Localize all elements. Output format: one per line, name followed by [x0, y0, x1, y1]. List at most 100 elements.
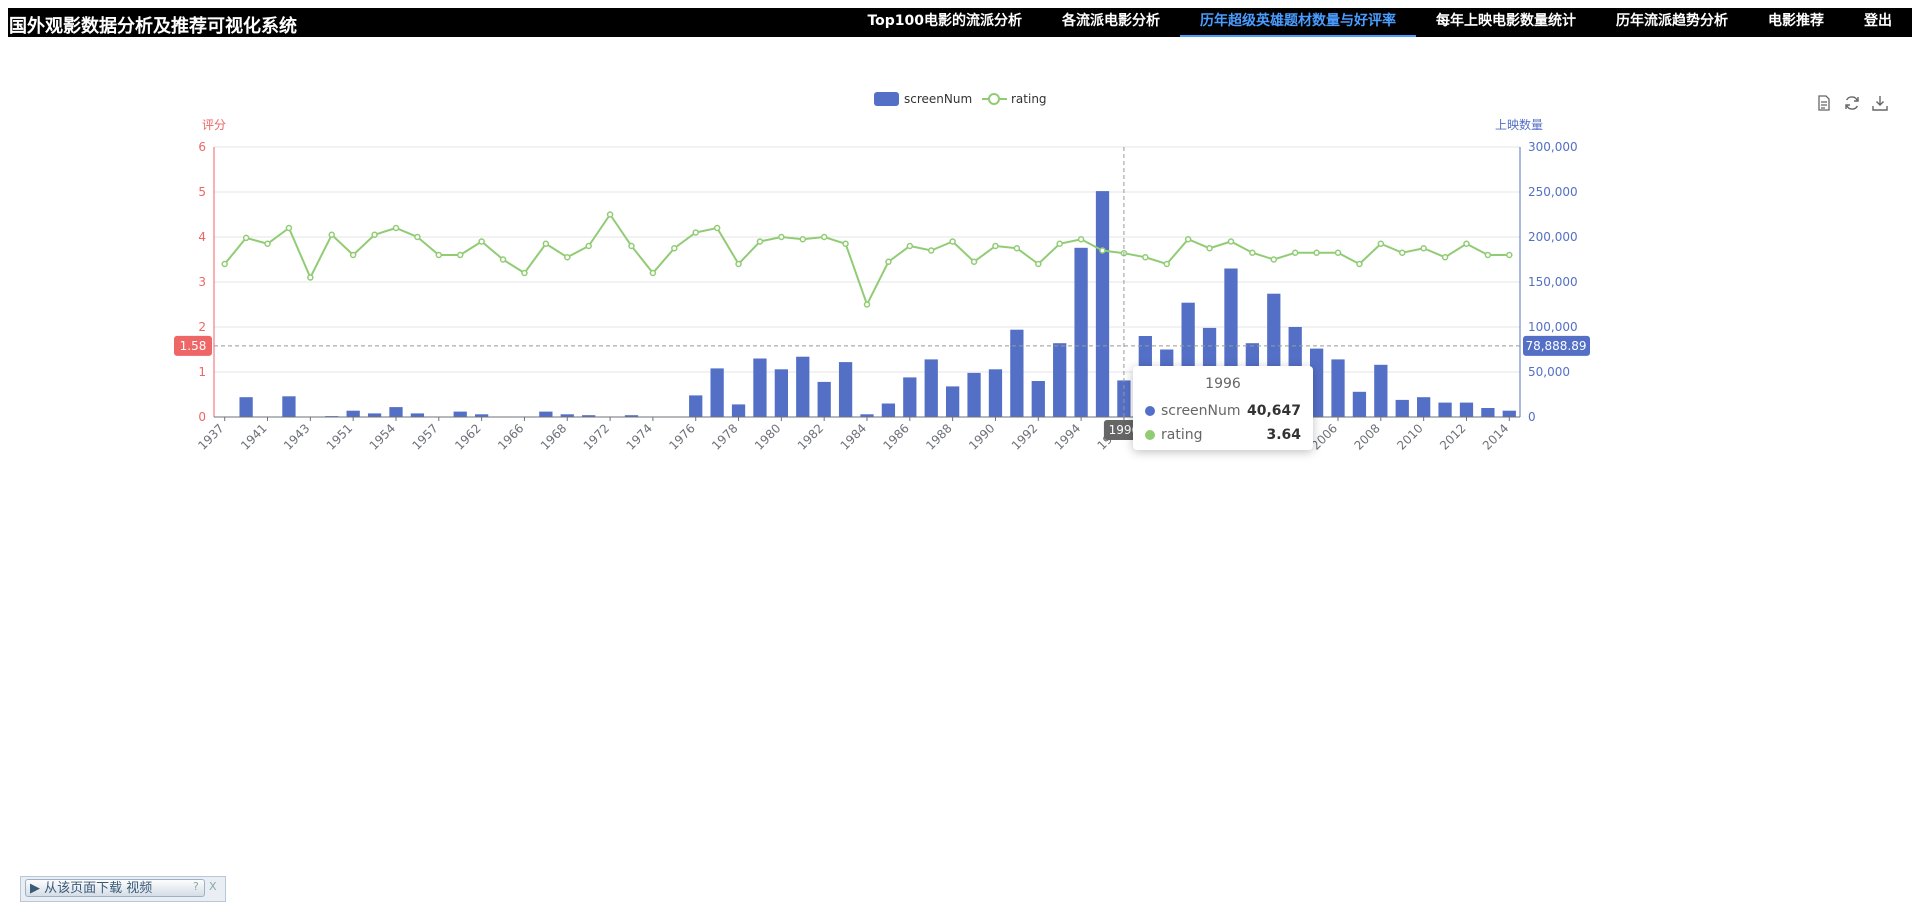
bar-1981: [796, 356, 810, 417]
rating-point-2002: [1249, 249, 1256, 256]
nav-menu: Top100电影的流派分析 各流派电影分析 历年超级英雄题材数量与好评率 每年上…: [847, 8, 1912, 37]
rating-point-1993: [1056, 240, 1063, 247]
rating-point-1940: [242, 234, 250, 242]
x-tick-label: 1980: [752, 421, 783, 452]
x-tick-label: 1937: [195, 421, 226, 452]
rating-point-2008: [1377, 240, 1385, 247]
left-tick-label: 0: [198, 410, 206, 424]
rating-point-1966: [521, 269, 528, 277]
x-tick-label: 2006: [1309, 421, 1340, 452]
chart-tooltip: 1996 screenNum 40,647 rating 3.64: [1133, 366, 1313, 450]
rating-point-1960: [456, 251, 464, 259]
rating-point-1976: [692, 229, 699, 236]
bar-1988: [946, 386, 960, 417]
rating-point-1994: [1077, 236, 1085, 243]
x-tick-label: 1962: [452, 421, 483, 452]
rating-point-1981: [799, 236, 807, 243]
x-tick-label: 1951: [324, 421, 355, 452]
x-tick-label: 2008: [1351, 421, 1382, 452]
rating-point-1983: [842, 240, 849, 247]
download-video-button[interactable]: ▶ 从该页面下载 视频: [25, 879, 205, 897]
rating-point-1991: [1013, 245, 1021, 252]
right-tick-label: 200,000: [1528, 230, 1578, 244]
rating-point-1937: [221, 260, 228, 268]
x-tick-label: 1976: [666, 421, 697, 452]
rating-point-2006: [1334, 249, 1342, 256]
x-tick-label: 1984: [838, 421, 869, 452]
x-tick-label: 1978: [709, 421, 740, 452]
rating-point-1980: [778, 233, 785, 241]
bar-1982: [817, 381, 831, 417]
right-tick-label: 250,000: [1528, 185, 1578, 199]
rating-point-1978: [735, 260, 742, 268]
x-tick-label: 1954: [367, 421, 398, 452]
left-tick-label: 6: [198, 140, 206, 154]
nav-item-recommend[interactable]: 电影推荐: [1748, 8, 1844, 37]
pointer-left-value: 1.58: [180, 339, 207, 353]
rating-point-1968: [564, 254, 571, 261]
tooltip-marker: [1145, 406, 1155, 416]
bar-1951: [346, 410, 360, 417]
rating-point-1941: [264, 240, 271, 247]
rating-point-1943: [307, 274, 314, 281]
bar-1993: [1053, 343, 1067, 417]
chart-legend[interactable]: screenNum rating: [874, 92, 1047, 106]
close-icon[interactable]: X: [209, 880, 217, 893]
rating-point-1977: [713, 224, 721, 232]
x-tick-label: 1990: [966, 421, 997, 452]
right-tick-label: 0: [1528, 410, 1536, 424]
x-tick-label: 1974: [624, 421, 655, 452]
rating-point-1998: [1163, 260, 1170, 268]
x-tick-label: 1986: [880, 421, 911, 452]
rating-point-1975: [671, 245, 678, 252]
rating-point-1995: [1099, 247, 1106, 254]
help-icon[interactable]: ?: [193, 880, 199, 893]
bar-2009: [1395, 399, 1409, 417]
rating-point-1992: [1035, 260, 1042, 268]
bar-1942: [282, 396, 296, 417]
tooltip-series-name: screenNum: [1161, 403, 1241, 419]
bar-1995: [1095, 191, 1110, 417]
nav-item-superhero[interactable]: 历年超级英雄题材数量与好评率: [1180, 8, 1416, 37]
rating-point-1962: [478, 238, 485, 245]
bar-1976: [689, 395, 703, 417]
bar-1992: [1031, 381, 1045, 417]
rating-point-2007: [1356, 260, 1363, 268]
x-tick-label: 1988: [923, 421, 954, 452]
app-title: 国外观影数据分析及推荐可视化系统: [9, 16, 297, 37]
rating-point-1982: [820, 233, 828, 241]
rating-point-1972: [606, 211, 614, 218]
nav-item-logout[interactable]: 登出: [1844, 8, 1912, 37]
bar-2010: [1417, 397, 1431, 417]
left-tick-label: 4: [198, 230, 206, 244]
nav-item-yearly-count[interactable]: 每年上映电影数量统计: [1416, 8, 1596, 37]
download-label: 从该页面下载 视频: [44, 881, 153, 896]
axes: 0 1 2 3 4 5 6 0 50,000 100,000 150,000 200,000 250,0…: [195, 117, 1577, 453]
rating-line-path: [223, 212, 1510, 308]
rating-point-1979: [756, 238, 764, 245]
rating-point-1957: [435, 251, 443, 259]
superhero-chart: 0 1 2 3 4 5 6 0 50,000 100,000 150,000 200,000 250,0…: [174, 92, 1590, 453]
rating-point-2004: [1291, 249, 1299, 256]
right-tick-label: 100,000: [1528, 320, 1578, 334]
nav-item-genre-trend[interactable]: 历年流派趋势分析: [1596, 8, 1748, 37]
right-tick-label: 50,000: [1528, 365, 1570, 379]
bar-2014: [1502, 410, 1516, 417]
nav-item-genre-analysis[interactable]: 各流派电影分析: [1042, 8, 1180, 37]
tooltip-row-screennum: screenNum 40,647: [1145, 400, 1301, 422]
bar-1979: [753, 358, 767, 417]
bar-1987: [924, 359, 938, 417]
x-tick-label: 2014: [1480, 421, 1511, 452]
left-tick-label: 1: [198, 365, 206, 379]
rating-point-1990: [992, 242, 999, 250]
bar-1990: [988, 369, 1003, 417]
legend-label-screennum: screenNum: [904, 92, 972, 106]
left-axis-name: 评分: [202, 118, 226, 132]
legend-bar-swatch: [874, 92, 899, 106]
rating-point-2011: [1441, 254, 1449, 261]
x-tick-label: 1994: [1052, 421, 1083, 452]
nav-item-top100-genre[interactable]: Top100电影的流派分析: [847, 8, 1042, 37]
right-tick-label: 150,000: [1528, 275, 1578, 289]
bar-1978: [731, 404, 746, 417]
rating-point-2000: [1206, 245, 1213, 252]
